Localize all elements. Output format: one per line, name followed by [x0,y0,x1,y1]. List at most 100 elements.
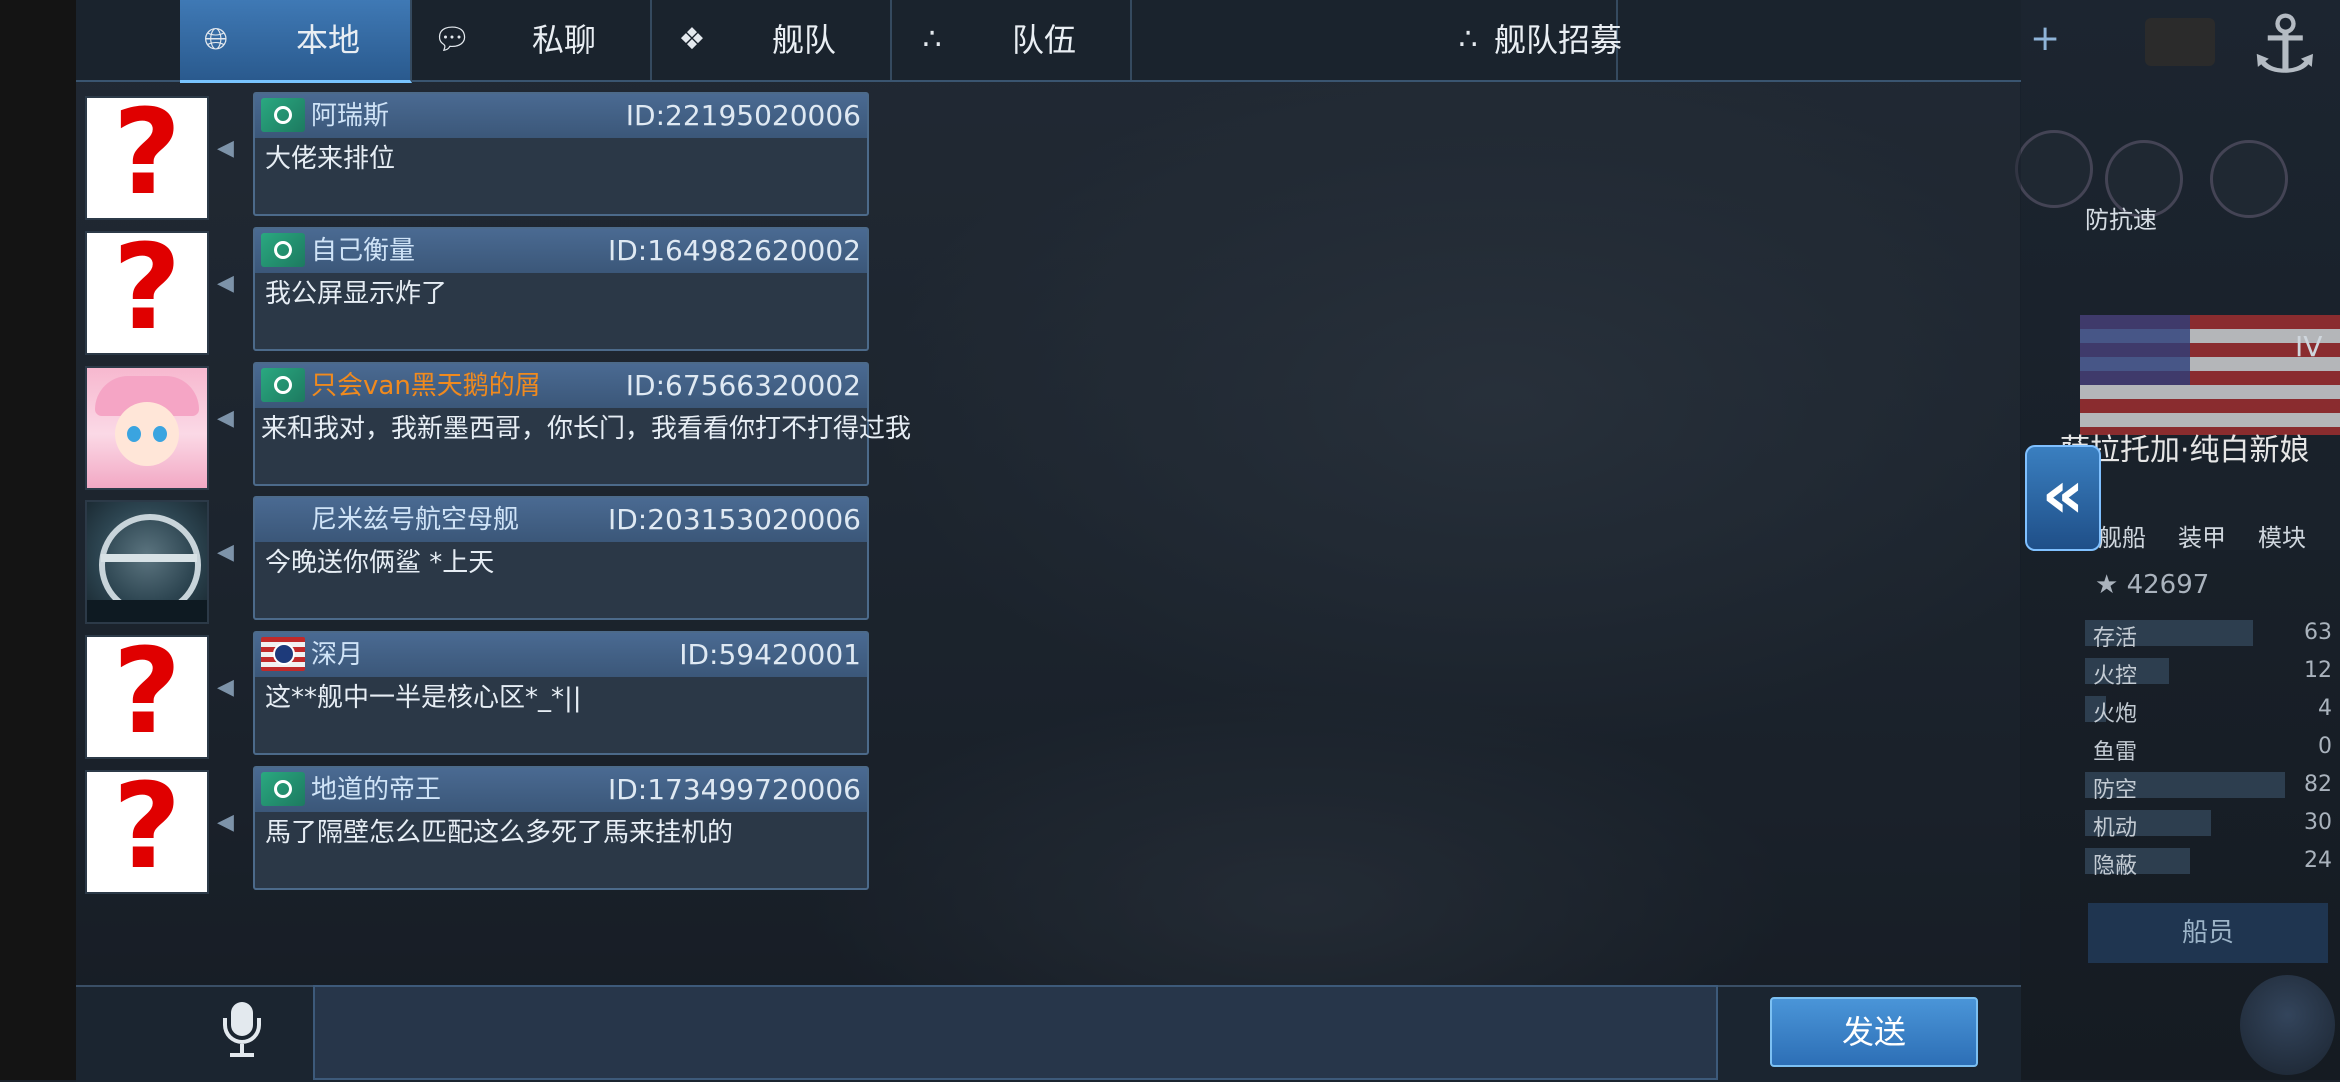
ship-tier: IV [2295,330,2323,363]
chat-bubbles-icon: 💬︎ [432,22,472,57]
ranking-icon[interactable] [2015,130,2093,208]
message-bubble: 阿瑞斯 ID:22195020006 大佬来排位 [253,92,869,216]
chat-message: ? ◀ 自己衡量 ID:164982620002 我公屏显示炸了 [85,227,1170,355]
avatar-eye [127,426,141,442]
avatar-missing[interactable]: ? [85,635,209,759]
tab-module[interactable]: 模块 [2258,518,2306,553]
chat-message: ◀ 尼米兹号航空母舰 ID:203153020006 今晚送你俩鲨 *上天 [85,496,1170,624]
sender-name[interactable]: 深月 [311,637,363,673]
sender-name[interactable]: 自己衡量 [311,233,415,269]
avatar-emblem[interactable] [85,500,209,624]
tab-fleet[interactable]: ❖ 舰队 [652,0,892,80]
message-bubble: 只会van黑天鹅的屑 ID:67566320002 来和我对，我新墨西哥，你长门… [253,362,911,486]
bubble-pointer-icon: ◀ [217,136,234,161]
stat-value: 0 [2318,734,2332,759]
ship-score-value: 42697 [2126,570,2210,600]
sender-id: ID:173499720006 [607,773,861,806]
microphone-icon[interactable] [212,1000,272,1060]
stat-row: 鱼雷 0 [2085,732,2340,765]
stat-name: 防空 [2093,778,2138,803]
message-text: 我公屏显示炸了 [265,279,448,309]
us-flag-icon [261,637,305,671]
message-text: 馬了隔壁怎么匹配这么多死了馬来挂机的 [265,818,734,848]
stat-value: 30 [2304,810,2332,835]
chat-text-input[interactable] [313,985,1718,1080]
avatar-face [115,402,179,466]
avatar-missing[interactable]: ? [85,770,209,894]
question-mark-icon: ? [112,96,182,220]
tab-label: 队伍 [1012,21,1077,59]
sender-name[interactable]: 只会van黑天鹅的屑 [311,368,541,404]
chat-tab-bar: 🌐︎ 本地 💬︎ 私聊 ❖ 舰队 ∴ 队伍 ∴ 舰队招募 [76,0,2021,83]
crew-button[interactable]: 船员 [2088,903,2328,963]
bubble-pointer-icon: ◀ [217,540,234,565]
tab-private[interactable]: 💬︎ 私聊 [412,0,652,80]
aa-label: 防抗速 [2085,206,2157,234]
fleet-flag-icon [261,772,305,806]
question-mark-icon: ? [112,770,182,894]
message-text: 今晚送你俩鲨 *上天 [265,548,495,578]
captain-avatar[interactable] [2240,975,2335,1075]
globe-icon: 🌐︎ [204,22,228,57]
chat-message: ? ◀ 深月 ID:59420001 这**舰中一半是核心区*_*|| [85,631,1170,759]
avatar-anime-girl[interactable] [85,366,209,490]
tab-label: 私聊 [532,21,597,59]
chat-message: ? ◀ 阿瑞斯 ID:22195020006 大佬来排位 [85,92,1170,220]
stat-name: 鱼雷 [2093,740,2138,765]
question-mark-icon: ? [112,635,182,759]
avatar-eye [153,426,167,442]
mic-arc [223,1018,261,1044]
sender-name[interactable]: 尼米兹号航空母舰 [311,502,519,538]
emblem-bar [101,554,197,562]
message-text: 来和我对，我新墨西哥，你长门，我看看你打不打得过我 [261,414,912,444]
message-header: 自己衡量 ID:164982620002 [255,229,867,273]
message-text: 这**舰中一半是核心区*_*|| [265,683,582,713]
emblem-skyline [87,600,207,622]
tab-team[interactable]: ∴ 队伍 [892,0,1132,80]
sender-id: ID:22195020006 [625,99,861,132]
message-bubble: 尼米兹号航空母舰 ID:203153020006 今晚送你俩鲨 *上天 [253,496,869,620]
fleet-flag-icon [261,98,305,132]
tab-armor[interactable]: 装甲 [2178,518,2226,553]
bubble-pointer-icon: ◀ [217,675,234,700]
anchor-icon[interactable]: ⚓ [2240,0,2330,90]
message-header: 地道的帝王 ID:173499720006 [255,768,867,812]
tab-ship[interactable]: 舰船 [2098,518,2146,553]
plus-icon[interactable]: + [2030,18,2060,59]
message-bubble: 自己衡量 ID:164982620002 我公屏显示炸了 [253,227,869,351]
team-dots-icon: ∴ [1458,22,1478,57]
stat-value: 63 [2304,620,2332,645]
collapse-chat-button[interactable]: « [2025,445,2101,551]
left-edge-strip [0,0,76,1080]
stat-value: 4 [2318,696,2332,721]
bubble-pointer-icon: ◀ [217,271,234,296]
tab-label: 舰队 [772,21,837,59]
sender-id: ID:164982620002 [607,234,861,267]
team-dots-icon: ∴ [922,22,942,57]
message-header: 只会van黑天鹅的屑 ID:67566320002 [255,364,867,408]
stat-row: 火炮 4 [2085,694,2340,727]
sender-id: ID:59420001 [679,638,861,671]
stat-row: 防空 82 [2085,770,2340,803]
fleet-flag-icon [261,233,305,267]
chest-icon[interactable] [2145,18,2215,66]
sender-name[interactable]: 阿瑞斯 [311,98,389,134]
sender-id: ID:203153020006 [607,503,861,536]
message-bubble: 地道的帝王 ID:173499720006 馬了隔壁怎么匹配这么多死了馬来挂机的 [253,766,869,890]
avatar-missing[interactable]: ? [85,231,209,355]
stat-name: 火控 [2093,664,2138,689]
ship-score: ★ 42697 [2095,570,2210,600]
question-mark-icon: ? [112,231,182,355]
message-header: 深月 ID:59420001 [255,633,867,677]
sender-name[interactable]: 地道的帝王 [311,772,441,808]
avatar-missing[interactable]: ? [85,96,209,220]
tab-fleet-recruit[interactable]: ∴ 舰队招募 [1132,0,1622,80]
send-button[interactable]: 发送 [1770,997,1978,1067]
stat-value: 24 [2304,848,2332,873]
stat-name: 隐蔽 [2093,854,2138,879]
chat-message: ◀ 只会van黑天鹅的屑 ID:67566320002 来和我对，我新墨西哥，你… [85,362,1170,490]
next-arrow-icon[interactable] [2210,140,2288,218]
tab-local[interactable]: 🌐︎ 本地 [180,0,412,83]
ship-flag-canton [2080,315,2190,385]
stat-value: 12 [2304,658,2332,683]
